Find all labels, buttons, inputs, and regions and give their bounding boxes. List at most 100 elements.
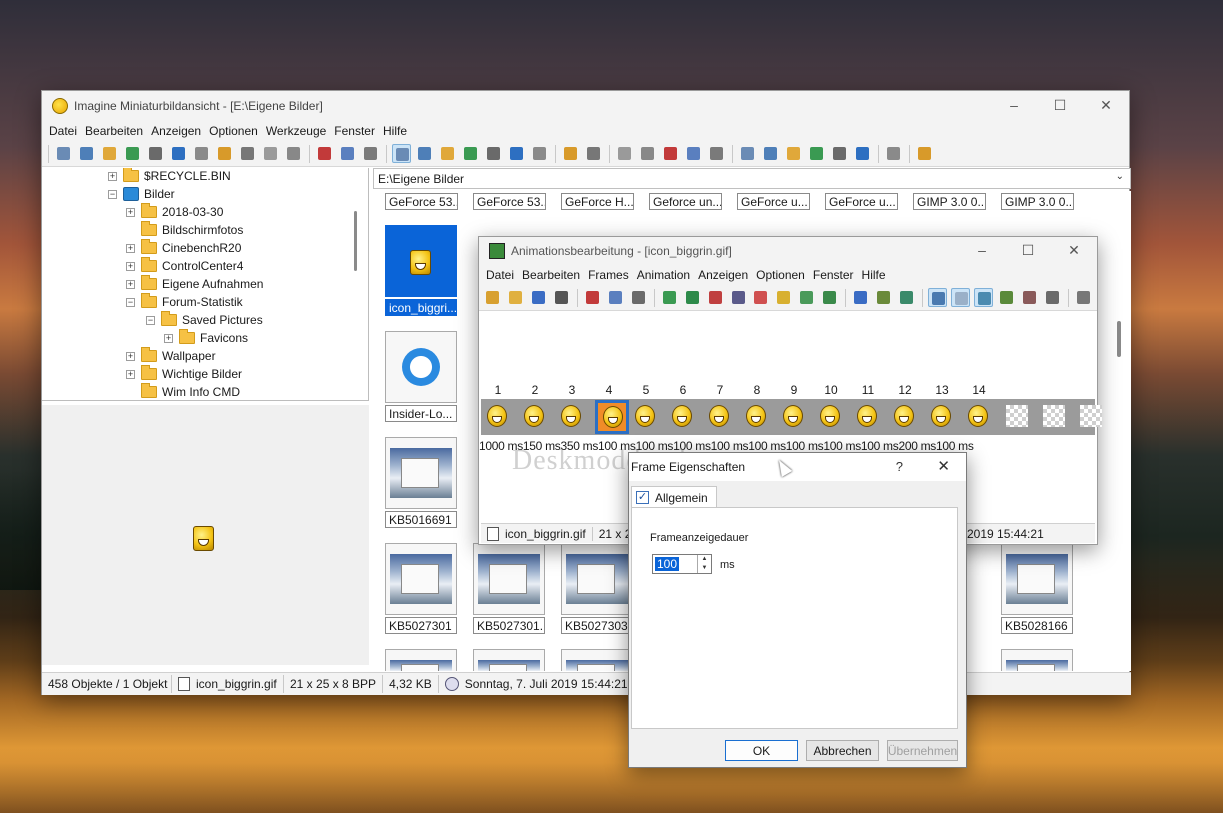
anim-close-button[interactable]: ✕ — [1051, 237, 1097, 263]
frame-thumbnail[interactable] — [669, 403, 695, 429]
new-folder-icon[interactable] — [215, 144, 234, 163]
frame-thumbnail[interactable] — [706, 403, 732, 429]
expand-icon[interactable]: + — [126, 261, 135, 271]
empty-frame[interactable] — [1080, 405, 1102, 427]
thumbnail-label[interactable]: GeForce 53... — [385, 193, 458, 210]
apply-button[interactable]: Übernehmen — [887, 740, 958, 761]
anim-menu-optionen[interactable]: Optionen — [755, 268, 812, 282]
anim-maximize-button[interactable]: ☐ — [1005, 237, 1051, 263]
tree-item[interactable]: +2018-03-30 — [126, 203, 223, 221]
folder-up-icon[interactable] — [561, 144, 580, 163]
collapse-icon[interactable]: − — [126, 297, 135, 307]
view2-icon[interactable] — [638, 144, 657, 163]
tree-scrollbar[interactable] — [354, 211, 357, 271]
anim-menu-frames[interactable]: Frames — [587, 268, 636, 282]
frame-icon[interactable] — [507, 144, 526, 163]
tree-item[interactable]: + Favicons — [164, 329, 248, 347]
tab-checkbox[interactable]: ✓ — [636, 491, 649, 504]
chevron-down-icon[interactable]: ⌄ — [1116, 171, 1124, 182]
tools-icon[interactable] — [738, 144, 757, 163]
menu-anzeigen[interactable]: Anzeigen — [150, 124, 208, 138]
thumbnail-label[interactable]: KB5027301 ... — [385, 617, 457, 634]
frame-thumbnail[interactable] — [928, 403, 954, 429]
import-icon[interactable] — [874, 288, 893, 307]
zoom-out-icon[interactable] — [1020, 288, 1039, 307]
expand-icon[interactable]: + — [164, 333, 173, 343]
anim-menu-hilfe[interactable]: Hilfe — [861, 268, 893, 282]
expand-icon[interactable]: + — [108, 171, 117, 181]
split-icon[interactable] — [820, 288, 839, 307]
tree-item[interactable]: + $RECYCLE.BIN — [108, 168, 231, 185]
frame-thumbnail[interactable] — [854, 403, 880, 429]
frame-thumbnail[interactable] — [484, 403, 510, 429]
view4-icon[interactable] — [684, 144, 703, 163]
duration-spinner[interactable]: 100 ▲ ▼ — [652, 554, 712, 574]
thumbnail[interactable] — [385, 543, 457, 615]
thumbnail-label[interactable]: Geforce un... — [649, 193, 722, 210]
trash-icon[interactable] — [261, 144, 280, 163]
empty-frame[interactable] — [1006, 405, 1028, 427]
insert-frame-icon[interactable] — [660, 288, 679, 307]
expand-icon[interactable]: + — [126, 243, 135, 253]
thumbnail-label[interactable]: GeForce 53... — [473, 193, 546, 210]
thumbnail-label[interactable]: KB5027301.... — [473, 617, 545, 634]
edit-icon[interactable] — [884, 144, 903, 163]
menu-hilfe[interactable]: Hilfe — [382, 124, 414, 138]
open-folder-icon[interactable] — [100, 144, 119, 163]
rename-icon[interactable] — [238, 144, 257, 163]
frames-icon[interactable] — [729, 288, 748, 307]
thumbnail-selected[interactable] — [385, 225, 457, 297]
zoom-fit-icon[interactable] — [1043, 288, 1062, 307]
print-icon[interactable] — [146, 144, 165, 163]
thumbnail-label[interactable]: GeForce u... — [737, 193, 810, 210]
expand-icon[interactable]: + — [126, 351, 135, 361]
export-icon[interactable] — [853, 144, 872, 163]
collapse-icon[interactable]: − — [146, 315, 155, 325]
camera-icon[interactable] — [192, 144, 211, 163]
empty-frame[interactable] — [1043, 405, 1065, 427]
expand-icon[interactable]: + — [126, 279, 135, 289]
frame-thumbnail[interactable] — [521, 403, 547, 429]
thumbnail[interactable] — [385, 331, 457, 403]
save-icon[interactable] — [529, 288, 548, 307]
tree-item[interactable]: + Wichtige Bilder — [126, 365, 242, 383]
thumbnail[interactable] — [561, 649, 633, 671]
menu-optionen[interactable]: Optionen — [208, 124, 265, 138]
thumbnail-label[interactable]: GeForce H... — [561, 193, 634, 210]
expand-icon[interactable]: + — [126, 369, 135, 379]
image-icon[interactable] — [530, 144, 549, 163]
tools-icon[interactable] — [1074, 288, 1093, 307]
help-button[interactable]: ? — [896, 459, 903, 474]
frame-thumbnail[interactable] — [817, 403, 843, 429]
thumbnail[interactable] — [473, 649, 545, 671]
thumbnail-label[interactable]: GeForce u... — [825, 193, 898, 210]
dialog-close-button[interactable]: ✕ — [937, 457, 950, 475]
frame-thumbnail[interactable] — [558, 403, 584, 429]
frame-thumbnail[interactable] — [965, 403, 991, 429]
main-titlebar[interactable]: Imagine Miniaturbildansicht - [E:\Eigene… — [42, 91, 1129, 121]
thumbnail-label[interactable]: Insider-Lo... — [385, 405, 457, 422]
anim-menu-datei[interactable]: Datei — [485, 268, 521, 282]
menu-werkzeuge[interactable]: Werkzeuge — [265, 124, 333, 138]
thumbnail-view-icon[interactable] — [392, 144, 411, 163]
copy-icon[interactable] — [338, 144, 357, 163]
anim-titlebar[interactable]: Animationsbearbeitung - [icon_biggrin.gi… — [479, 237, 1097, 265]
thumbnail[interactable] — [473, 543, 545, 615]
thumbnail-scrollbar[interactable] — [1117, 321, 1121, 357]
frame-thumbnail[interactable] — [595, 400, 629, 434]
view3-icon[interactable] — [974, 288, 994, 307]
thumbnail-label[interactable]: GIMP 3.0 0... — [1001, 193, 1074, 210]
frame-thumbnail[interactable] — [780, 403, 806, 429]
print-icon[interactable] — [552, 288, 571, 307]
thumbnail[interactable] — [385, 649, 457, 671]
open-icon[interactable] — [506, 288, 525, 307]
grid-icon[interactable] — [484, 144, 503, 163]
list-view-icon[interactable] — [415, 144, 434, 163]
copy-view-icon[interactable] — [77, 144, 96, 163]
convert-icon[interactable] — [807, 144, 826, 163]
anim-menu-fenster[interactable]: Fenster — [812, 268, 861, 282]
tree-item[interactable]: − Saved Pictures — [146, 311, 263, 329]
anim-minimize-button[interactable]: – — [959, 237, 1005, 263]
folder-tree[interactable]: + $RECYCLE.BIN − Bilder +2018-03-30 Bildschir… — [42, 168, 369, 401]
find-icon[interactable] — [761, 144, 780, 163]
